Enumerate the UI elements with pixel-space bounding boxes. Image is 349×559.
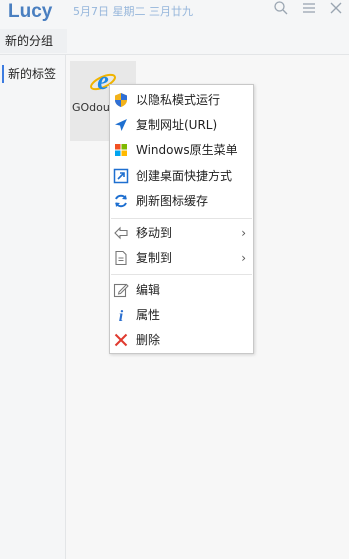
menu-item-delete[interactable]: 删除 [110,329,253,351]
menu-item-label: 复制网址(URL) [136,118,218,132]
menu-item-label: 移动到 [136,226,173,240]
refresh-icon [113,193,129,209]
menu-item-properties[interactable]: i 属性 [110,304,253,326]
edit-icon [113,282,129,298]
shortcut-icon [113,168,129,184]
menu-item-label: 删除 [136,333,161,347]
sidebar-item-new-tab[interactable]: 新的标签 [0,64,64,84]
move-icon [113,225,129,241]
menu-separator [111,274,252,275]
menu-item-label: Windows原生菜单 [136,143,238,157]
menu-item-label: 刷新图标缓存 [136,194,209,208]
menu-item-copy-to[interactable]: 复制到 › [110,247,253,269]
svg-text:e: e [97,67,109,95]
submenu-arrow-icon: › [241,226,246,240]
date-display: 5月7日 星期二 三月廿九 [73,5,193,18]
menu-item-move-to[interactable]: 移动到 › [110,222,253,244]
title-bar: Lucy 5月7日 星期二 三月廿九 [0,0,349,28]
menu-separator [111,218,252,219]
menu-item-label: 属性 [136,308,161,322]
delete-icon [113,332,129,348]
menu-item-label: 编辑 [136,283,161,297]
menu-item-windows-menu[interactable]: Windows原生菜单 [110,139,253,161]
close-icon[interactable] [328,0,344,16]
menu-item-label: 创建桌面快捷方式 [136,169,233,183]
menu-item-label: 复制到 [136,251,173,265]
info-icon: i [113,307,129,323]
menu-icon[interactable] [301,0,317,16]
menu-item-label: 以隐私模式运行 [136,93,221,107]
copy-icon [113,250,129,266]
menu-item-private-mode[interactable]: 以隐私模式运行 [110,89,253,111]
menu-item-create-shortcut[interactable]: 创建桌面快捷方式 [110,165,253,187]
context-menu: 以隐私模式运行 复制网址(URL) Windows原生菜单 创建桌面快捷方式 刷… [109,84,254,354]
sidebar: 新的标签 [0,55,66,559]
menu-item-copy-url[interactable]: 复制网址(URL) [110,114,253,136]
submenu-arrow-icon: › [241,251,246,265]
menu-item-refresh-icon-cache[interactable]: 刷新图标缓存 [110,190,253,212]
shield-icon [113,92,129,108]
search-icon[interactable] [273,0,289,16]
group-tab-active[interactable]: 新的分组 [0,29,67,53]
app-title: Lucy [8,1,53,22]
menu-item-edit[interactable]: 编辑 [110,279,253,301]
windows-logo-icon [113,142,129,158]
send-arrow-icon [113,117,129,133]
tile-label: GOdou [72,101,110,114]
svg-text:i: i [119,308,124,323]
